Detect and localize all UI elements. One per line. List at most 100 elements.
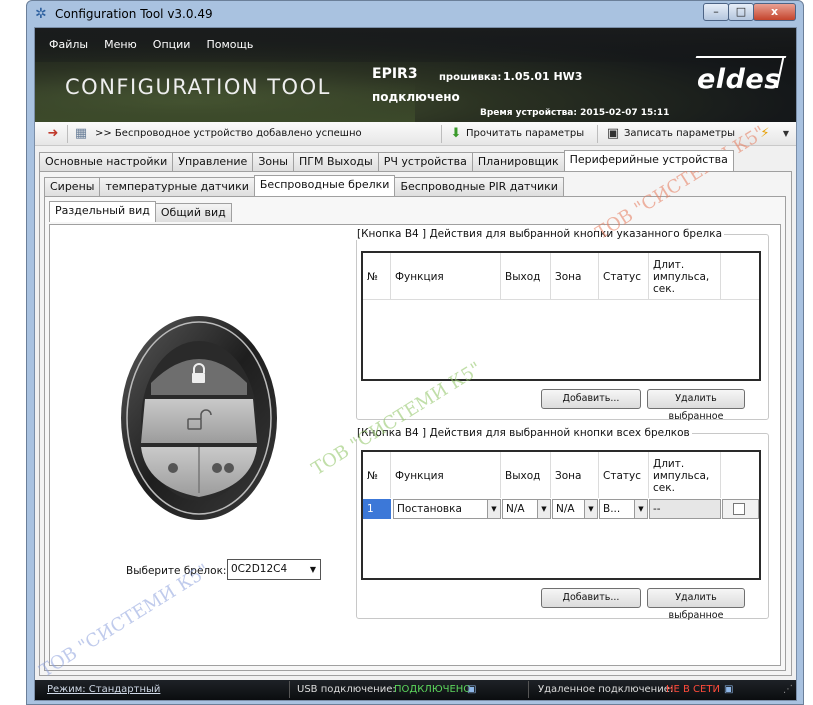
connection-state: подключено	[372, 90, 460, 104]
device-name: EPIR3	[372, 66, 418, 82]
zone-select[interactable]: N/A ▼	[552, 499, 598, 519]
tab-wireless-pir[interactable]: Беспроводные PIR датчики	[394, 177, 564, 196]
tab-sirens[interactable]: Сирены	[44, 177, 101, 196]
sub-tabs: Сирены температурные датчики Беспроводны…	[44, 175, 564, 196]
main-tabs: Основные настройки Управление Зоны ПГМ В…	[39, 150, 734, 171]
device-list-icon[interactable]: ▦	[73, 126, 89, 142]
group-all-keyfobs-actions: [Кнопка В4 ] Действия для выбранной кноп…	[355, 427, 769, 621]
lightning-icon[interactable]: ⚡	[757, 126, 773, 142]
row-checkbox[interactable]	[733, 503, 745, 515]
client-area: Файлы Меню Опции Помощь CONFIGURATION TO…	[34, 27, 797, 701]
remote-monitor-icon: ▣	[724, 684, 734, 695]
tab-pgm-outputs[interactable]: ПГМ Выходы	[292, 152, 379, 171]
group-selected-keyfob-actions: [Кнопка В4 ] Действия для выбранной кноп…	[355, 228, 769, 422]
chevron-down-icon: ▼	[309, 565, 316, 574]
zone-value: N/A	[556, 503, 575, 515]
brand-logo-line	[695, 56, 787, 58]
row-checkbox-cell[interactable]	[722, 499, 759, 519]
close-button[interactable]: x	[753, 3, 796, 21]
app-gear-icon: ✲	[35, 6, 47, 22]
add-action-button[interactable]: Добавить...	[541, 588, 641, 608]
chevron-down-icon: ▼	[584, 500, 597, 518]
keyfob-select-label: Выберите брелок:	[126, 565, 227, 577]
col-duration: Длит. импульса, сек.	[649, 452, 721, 498]
status-select[interactable]: В... ▼	[599, 499, 648, 519]
keyfobs-panel: Раздельный вид Общий вид Выберите брелок…	[44, 196, 786, 671]
toolbar: ➜ ▦ >> Беспроводное устройство добавлено…	[35, 122, 796, 146]
output-select[interactable]: N/A ▼	[502, 499, 551, 519]
tab-temperature-sensors[interactable]: температурные датчики	[99, 177, 255, 196]
remote-connection-label: Удаленное подключение:	[538, 684, 674, 695]
window-title: Configuration Tool v3.0.49	[55, 7, 213, 21]
delete-selected-button[interactable]: Удалить выбранное	[647, 389, 745, 422]
group-selected-keyfob-title: [Кнопка В4 ] Действия для выбранной кноп…	[355, 228, 725, 240]
resize-grip-icon[interactable]: ⋰	[783, 684, 793, 695]
keyfob-select-value: 0C2D12C4	[231, 563, 288, 575]
tab-control[interactable]: Управление	[172, 152, 254, 171]
tab-main-settings[interactable]: Основные настройки	[39, 152, 174, 171]
delete-selected-button[interactable]: Удалить выбранное	[647, 588, 745, 621]
menu-menu[interactable]: Меню	[104, 38, 137, 51]
row-number-cell[interactable]: 1	[363, 499, 391, 519]
group-all-keyfobs-title: [Кнопка В4 ] Действия для выбранной кноп…	[355, 427, 692, 439]
col-function: Функция	[391, 452, 501, 498]
output-value: N/A	[506, 503, 525, 515]
col-zone: Зона	[551, 253, 599, 299]
menu-bar: Файлы Меню Опции Помощь	[49, 38, 253, 51]
col-number: №	[363, 452, 391, 498]
menu-files[interactable]: Файлы	[49, 38, 88, 51]
exit-icon[interactable]: ➜	[45, 126, 61, 142]
remote-connection-value: НЕ В СЕТИ	[666, 684, 720, 695]
title-bar[interactable]: ✲ Configuration Tool v3.0.49 – □ x	[27, 1, 803, 27]
menu-options[interactable]: Опции	[153, 38, 191, 51]
usb-connection-value: ПОДКЛЮЧЕНО	[394, 684, 472, 695]
col-number: №	[363, 253, 391, 299]
col-duration: Длит. импульса, сек.	[649, 253, 721, 299]
menu-help[interactable]: Помощь	[206, 38, 253, 51]
keyfob-image	[121, 316, 277, 520]
tab-rf-devices[interactable]: РЧ устройства	[377, 152, 473, 171]
add-action-button[interactable]: Добавить...	[541, 389, 641, 409]
status-message: >> Беспроводное устройство добавлено усп…	[95, 128, 362, 139]
minimize-button[interactable]: –	[703, 3, 729, 21]
separate-view-panel: Выберите брелок: 0C2D12C4 ▼ [Кнопка В4 ]…	[49, 224, 781, 666]
app-title: CONFIGURATION TOOL	[65, 75, 331, 99]
view-tabs: Раздельный вид Общий вид	[49, 201, 232, 222]
usb-connection-label: USB подключение:	[297, 684, 396, 695]
mode-link[interactable]: Режим: Стандартный	[47, 684, 160, 695]
brand-logo: eldes	[697, 64, 781, 95]
col-status: Статус	[599, 253, 649, 299]
tab-scheduler[interactable]: Планировщик	[471, 152, 565, 171]
header-banner: Файлы Меню Опции Помощь CONFIGURATION TO…	[35, 28, 796, 122]
selected-keyfob-actions-grid[interactable]: № Функция Выход Зона Статус Длит. импуль…	[361, 251, 761, 381]
firmware-label: прошивка:	[439, 72, 502, 83]
save-disk-icon[interactable]: ▣	[605, 126, 621, 142]
col-status: Статус	[599, 452, 649, 498]
keyfob-select[interactable]: 0C2D12C4 ▼	[227, 559, 321, 580]
read-down-arrow-icon[interactable]: ⬇	[448, 126, 464, 142]
app-window: ✲ Configuration Tool v3.0.49 – □ x Файлы…	[26, 0, 804, 705]
all-keyfobs-actions-grid[interactable]: № Функция Выход Зона Статус Длит. импуль…	[361, 450, 761, 580]
toolbar-overflow-chevron-icon[interactable]: ▼	[778, 126, 794, 142]
tab-wireless-keyfobs[interactable]: Беспроводные брелки	[253, 175, 396, 196]
col-zone: Зона	[551, 452, 599, 498]
duration-cell[interactable]: --	[649, 499, 721, 519]
tab-peripherals[interactable]: Периферийные устройства	[563, 150, 734, 171]
maximize-button[interactable]: □	[728, 3, 754, 21]
col-output: Выход	[501, 253, 551, 299]
chevron-down-icon: ▼	[487, 500, 500, 518]
read-parameters-button[interactable]: Прочитать параметры	[466, 128, 584, 139]
col-output: Выход	[501, 452, 551, 498]
tab-separate-view[interactable]: Раздельный вид	[49, 201, 156, 222]
status-bar: Режим: Стандартный USB подключение: ПОДК…	[35, 680, 796, 700]
tab-zones[interactable]: Зоны	[252, 152, 294, 171]
device-time: Время устройства: 2015-02-07 15:11	[480, 108, 670, 118]
tab-common-view[interactable]: Общий вид	[154, 203, 232, 222]
function-select[interactable]: Постановка ▼	[393, 499, 501, 519]
chevron-down-icon: ▼	[537, 500, 550, 518]
usb-monitor-icon: ▣	[467, 684, 477, 695]
write-parameters-button[interactable]: Записать параметры	[624, 128, 735, 139]
function-value: Постановка	[397, 503, 462, 515]
status-value: В...	[603, 503, 621, 515]
chevron-down-icon: ▼	[634, 500, 647, 518]
